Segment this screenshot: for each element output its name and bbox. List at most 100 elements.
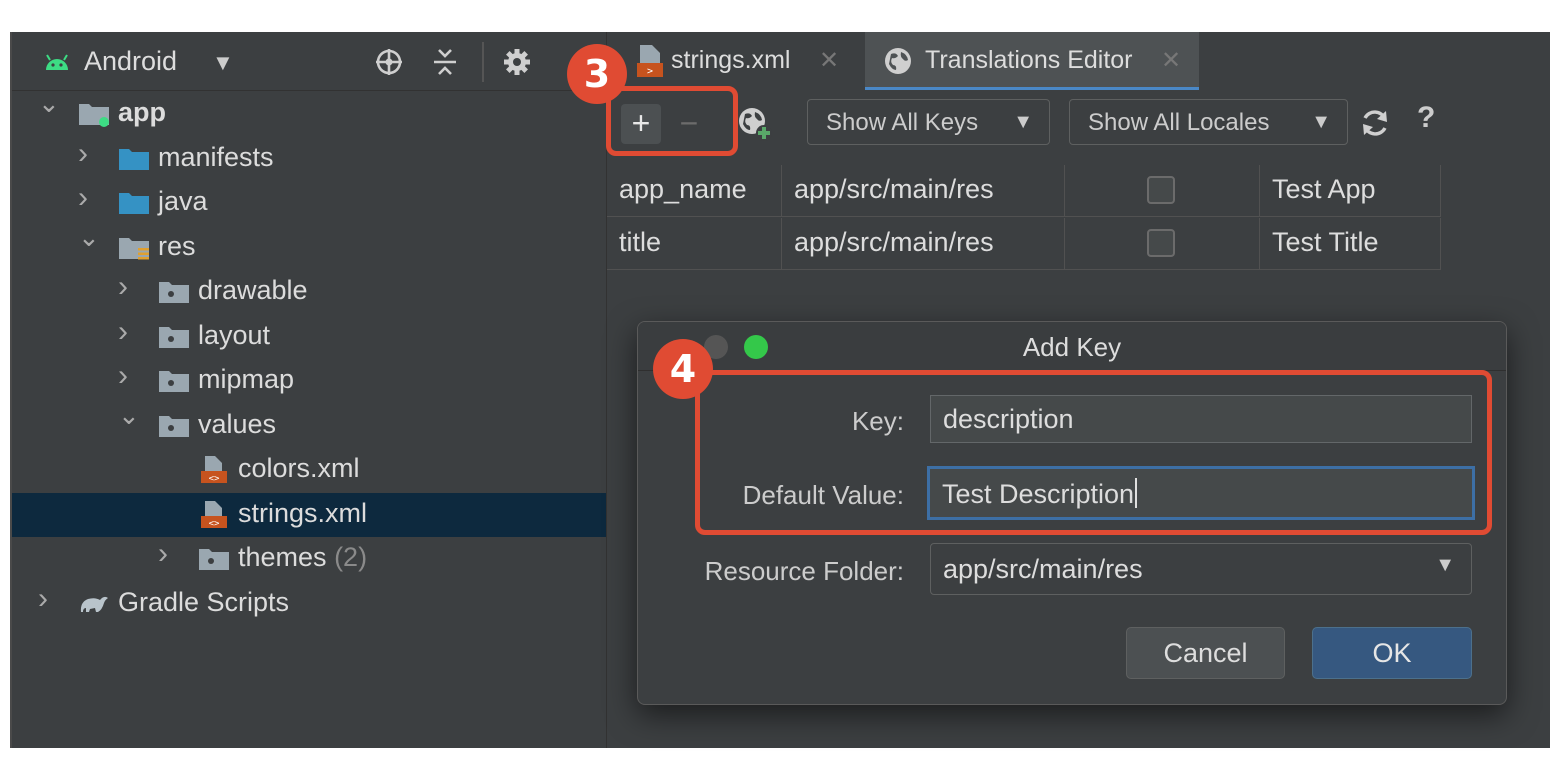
chevron-right-icon[interactable]: › [118,270,140,303]
tree-item[interactable]: › manifests [12,137,606,181]
tree-item[interactable]: ⌄ app [12,88,606,136]
step-badge-3: 3 [567,44,627,104]
chevron-right-icon[interactable]: › [118,315,140,348]
add-locale-icon[interactable] [737,106,773,142]
tree-item-count: (2) [334,542,368,572]
project-toolbar: Android ▼ [12,32,606,91]
translations-toolbar: + − Show All Keys ▼ Show All Locales ▼ ? [607,90,1550,160]
chevron-right-icon[interactable]: › [38,582,60,615]
cell-text: app/src/main/res [794,174,994,204]
tree-item[interactable]: <> strings.xml [12,492,606,537]
folder-icon [119,193,149,214]
table-cell-untranslatable[interactable] [1065,165,1260,217]
tree-item-label: res [158,230,196,261]
tree-item[interactable]: ⌄ values [12,400,606,448]
svg-text:<>: <> [209,474,220,484]
collapse-all-icon[interactable] [430,47,460,77]
locales-filter-dropdown[interactable]: Show All Locales ▼ [1069,99,1348,145]
locate-icon[interactable] [374,47,404,77]
resource-folder-label: Resource Folder: [704,556,904,586]
caret-down-icon[interactable]: ▼ [212,50,234,76]
globe-icon [885,48,911,74]
resource-folder-select[interactable]: app/src/main/res ▼ [930,543,1472,595]
keys-filter-dropdown[interactable]: Show All Keys ▼ [807,99,1050,145]
tree-item-label: strings.xml [238,497,368,528]
tree-item[interactable]: › drawable [12,270,606,314]
package-folder-icon [159,371,189,392]
tree-item[interactable]: › layout [12,315,606,359]
table-cell-key[interactable]: app_name [607,165,782,217]
tree-item-label: drawable [198,275,308,305]
dialog-titlebar: Add Key [638,322,1506,371]
svg-text:>: > [647,66,653,77]
table-cell-resource-folder[interactable]: app/src/main/res [782,165,1065,217]
tree-item[interactable]: <> colors.xml [12,448,606,492]
tree-item-label: app [118,97,167,127]
chevron-right-icon[interactable]: › [78,137,100,170]
tab-strings-xml[interactable]: > strings.xml ✕ [607,32,853,90]
tree-item-label: Gradle Scripts [118,586,290,617]
close-icon[interactable]: ✕ [1161,46,1181,75]
tree-item-label: values [198,408,277,439]
chevron-down-icon[interactable]: ⌄ [78,222,100,252]
tree-item-label: layout [198,319,271,350]
dialog-title: Add Key [1022,332,1122,362]
tab-translations-editor[interactable]: Translations Editor ✕ [865,32,1199,90]
untranslatable-checkbox[interactable] [1147,176,1175,204]
gear-icon[interactable] [502,47,532,77]
package-folder-icon [159,282,189,303]
chevron-down-icon[interactable]: ⌄ [38,88,60,118]
table-cell-resource-folder[interactable]: app/src/main/res [782,218,1065,270]
gradle-icon [80,596,108,612]
resource-folder-value: app/src/main/res [943,554,1143,584]
caret-down-icon: ▼ [1013,111,1033,133]
tree-item[interactable]: › mipmap [12,359,606,403]
cell-text: app_name [619,174,747,204]
refresh-icon[interactable] [1359,107,1391,139]
caret-down-icon: ▼ [1311,111,1331,133]
caret-down-icon: ▼ [1435,554,1455,576]
android-icon [46,54,68,70]
tab-label: strings.xml [671,46,791,74]
close-icon[interactable]: ✕ [819,46,839,75]
cell-text: title [619,227,662,257]
project-view-selector[interactable]: Android [84,46,177,77]
tree-item[interactable]: › java [12,181,606,225]
svg-text:<>: <> [209,519,220,529]
table-cell-key[interactable]: title [607,218,782,270]
step-badge-4: 4 [653,339,713,399]
cancel-button[interactable]: Cancel [1126,627,1285,679]
chevron-right-icon[interactable]: › [78,181,100,214]
table-cell-default-value[interactable]: Test Title [1260,218,1441,270]
tree-item-label: colors.xml [238,453,360,483]
tree-item-label: themes (2) [238,542,368,572]
folder-icon [119,148,149,170]
module-folder-icon [79,104,109,127]
table-cell-untranslatable[interactable] [1065,218,1260,270]
untranslatable-checkbox[interactable] [1147,229,1175,257]
chevron-down-icon[interactable]: ⌄ [118,400,140,430]
cell-text: Test App [1272,174,1376,204]
table-cell-default-value[interactable]: Test App [1260,165,1441,217]
tree-item[interactable]: ⌄ res [12,222,606,270]
cell-text: Test Title [1272,227,1379,257]
package-folder-icon [199,549,229,570]
tree-item-label: java [158,186,208,216]
highlight-add-remove [606,86,738,156]
chevron-right-icon[interactable]: › [118,359,140,392]
ok-button[interactable]: OK [1312,627,1472,679]
xml-file-icon: <> [201,500,227,529]
tab-label: Translations Editor [925,46,1133,74]
tree-item[interactable]: › Gradle Scripts [12,582,606,626]
package-folder-icon [159,326,189,348]
package-folder-icon [159,415,189,437]
xml-file-icon: > [637,45,663,77]
help-button[interactable]: ? [1417,101,1435,135]
editor-tabs: > strings.xml ✕ Translations Editor ✕ [607,32,1550,91]
locales-filter-label: Show All Locales [1088,109,1270,136]
xml-file-icon: <> [201,456,227,484]
cell-text: app/src/main/res [794,227,994,257]
chevron-right-icon[interactable]: › [158,537,180,570]
toolbar-separator [482,42,484,82]
tree-item[interactable]: › themes (2) [12,537,606,581]
